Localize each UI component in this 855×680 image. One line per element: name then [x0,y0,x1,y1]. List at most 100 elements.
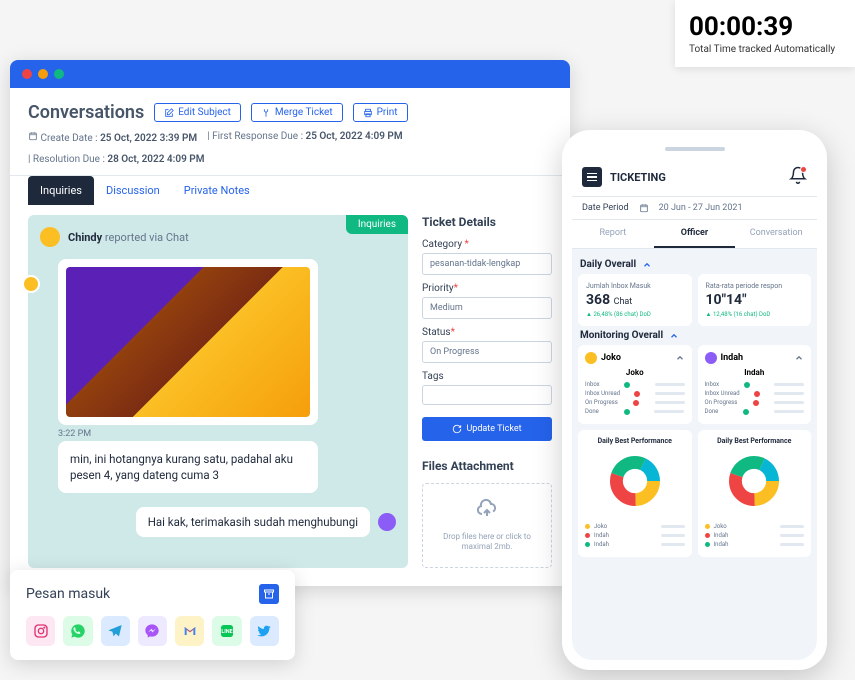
officer-avatar [585,352,597,364]
officer-card-joko: Joko Joko Inbox Inbox Unread On Progress… [578,345,692,424]
category-field[interactable]: pesanan-tidak-lengkap [422,253,552,275]
messenger-icon[interactable] [138,616,167,646]
stat-value: 368 [586,292,610,308]
first-response-label: First Response Due : [212,131,303,142]
svg-text:LINE: LINE [221,629,232,635]
tags-label: Tags [422,371,552,382]
tab-inquiries[interactable]: Inquiries [28,176,94,205]
tags-field[interactable] [422,385,552,405]
edit-subject-button[interactable]: Edit Subject [154,103,241,122]
update-ticket-button[interactable]: Update Ticket [422,417,552,441]
sender-via: reported via Chat [105,231,189,244]
first-response-value: 25 Oct, 2022 4:09 PM [306,131,403,142]
category-label: Category * [422,239,552,250]
mobile-tab-report[interactable]: Report [572,220,654,248]
edit-subject-label: Edit Subject [178,107,231,118]
inbox-title: Pesan masuk [26,586,110,602]
conversations-window: Conversations Edit Subject Merge Ticket … [10,60,570,586]
legend-label: Indah [594,532,609,539]
perf-title: Daily Best Performance [705,437,805,445]
sender-avatar [40,227,60,247]
timer-label: Total Time tracked Automatically [689,44,841,55]
file-dropzone[interactable]: Drop files here or click to maximal 2mb. [422,483,552,568]
thread-avatar [22,275,40,293]
resolution-label: Resolution Due : [33,154,105,165]
food-photo [66,267,310,417]
timer-card: 00:00:39 Total Time tracked Automaticall… [675,0,855,67]
line-icon[interactable]: LINE [212,616,241,646]
menu-icon[interactable] [582,167,602,187]
notification-icon[interactable] [789,166,807,188]
sender-row: Chindy reported via Chat [40,227,396,247]
timer-value: 00:00:39 [689,12,841,42]
page-title: Conversations [28,102,144,123]
whatsapp-icon[interactable] [63,616,92,646]
upload-icon [475,498,499,522]
sender-name: Chindy [68,231,102,244]
window-close-icon[interactable] [22,69,32,79]
message-in-text: min, ini hotangnya kurang satu, padahal … [58,441,318,493]
instagram-icon[interactable] [26,616,55,646]
status-label: Status* [422,327,552,338]
officer-sub: Joko [585,368,685,377]
priority-field[interactable]: Medium [422,297,552,319]
message-image[interactable] [58,259,318,425]
print-button[interactable]: Print [353,103,408,122]
tab-discussion[interactable]: Discussion [94,176,172,205]
chevron-up-icon [669,331,679,341]
window-minimize-icon[interactable] [38,69,48,79]
phone-notch [572,140,817,158]
chat-panel: Inquiries Chindy reported via Chat 3:22 … [28,215,408,568]
performance-card-2: Daily Best Performance Joko Indah Indah [698,430,812,557]
ticket-meta: Create Date : 25 Oct, 2022 3:39 PM | Fir… [28,131,552,165]
stat-unit: Chat [614,297,633,307]
donut-chart [605,451,665,511]
donut-chart [724,451,784,511]
merge-ticket-button[interactable]: Merge Ticket [251,103,343,122]
calendar-icon [639,203,649,213]
chevron-up-icon[interactable] [675,353,685,363]
print-label: Print [377,107,398,118]
twitter-icon[interactable] [250,616,279,646]
date-period-label: Date Period [582,203,629,213]
legend-label: Joko [594,523,607,530]
stat-label: Rata-rata periode respon [706,282,804,290]
dropzone-text: Drop files here or click to maximal 2mb. [429,532,545,553]
gmail-icon[interactable] [175,616,204,646]
update-ticket-label: Update Ticket [466,424,521,434]
telegram-icon[interactable] [101,616,130,646]
legend-label: Indah [714,541,729,548]
titlebar [10,60,570,88]
officer-card-indah: Indah Indah Inbox Inbox Unread On Progre… [698,345,812,424]
files-attachment-title: Files Attachment [422,459,552,473]
create-date-value: 25 Oct, 2022 3:39 PM [100,133,197,144]
legend-label: Joko [714,523,727,530]
legend-label: Indah [714,532,729,539]
message-out-text: Hai kak, terimakasih sudah menghubungi [136,507,370,537]
daily-overall-header[interactable]: Daily Overall [578,255,811,274]
create-date-label: Create Date : [40,133,97,144]
message-timestamp: 3:22 PM [58,429,396,439]
mobile-tab-officer[interactable]: Officer [654,220,736,248]
ticket-details-panel: Ticket Details Category * pesanan-tidak-… [422,215,552,568]
stat-card-response: Rata-rata periode respon 10"14" ▲ 12,48%… [698,274,812,326]
monitoring-overall-header[interactable]: Monitoring Overall [578,326,811,345]
inquiries-badge: Inquiries [346,215,408,234]
inbox-card: Pesan masuk LINE [10,570,295,660]
archive-icon[interactable] [259,584,279,604]
tab-private-notes[interactable]: Private Notes [172,176,262,205]
window-maximize-icon[interactable] [54,69,64,79]
status-field[interactable]: On Progress [422,341,552,363]
chevron-up-icon[interactable] [794,353,804,363]
mobile-header: TICKETING [572,158,817,197]
mobile-body: Daily Overall Jumlah Inbox Masuk 368 Cha… [572,249,817,660]
stat-value: 10"14" [706,292,804,308]
date-period-row[interactable]: Date Period 20 Jun - 27 Jun 2021 [572,197,817,220]
priority-label: Priority* [422,283,552,294]
resolution-value: 28 Oct, 2022 4:09 PM [107,154,204,165]
files-attachment-section: Files Attachment Drop files here or clic… [422,459,552,568]
mobile-tabs: Report Officer Conversation [572,220,817,249]
stat-delta: ▲ 12,48% (16 chat) DoD [706,311,804,318]
officer-name: Joko [601,353,621,363]
mobile-tab-conversation[interactable]: Conversation [735,220,817,248]
